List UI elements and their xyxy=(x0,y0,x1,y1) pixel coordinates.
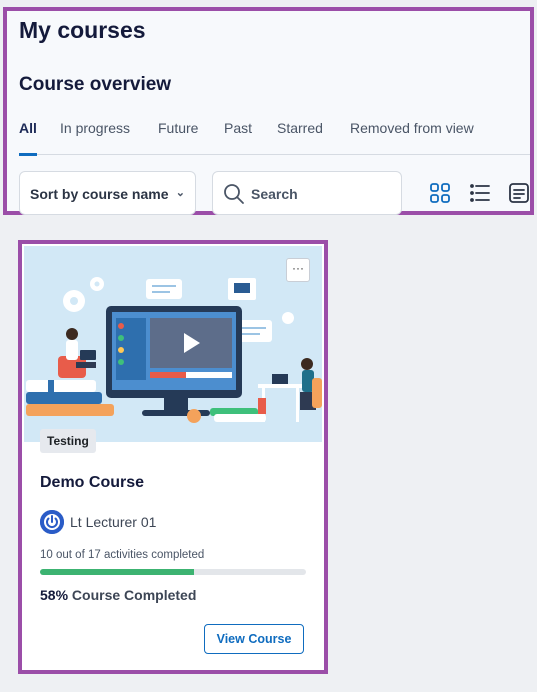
tab-removed-from-view[interactable]: Removed from view xyxy=(350,119,474,155)
summary-view-icon[interactable] xyxy=(507,181,531,205)
search-field[interactable] xyxy=(212,171,402,215)
course-menu-button[interactable]: ··· xyxy=(286,258,310,282)
lecturer-name: Lt Lecturer 01 xyxy=(70,514,157,530)
tab-in-progress[interactable]: In progress xyxy=(60,119,130,155)
page-title: My courses xyxy=(19,17,146,43)
search-input[interactable] xyxy=(251,184,391,204)
tab-all[interactable]: All xyxy=(19,119,37,156)
sort-label: Sort by course name xyxy=(30,186,169,202)
section-title: Course overview xyxy=(19,74,172,95)
completion-percent: 58% xyxy=(40,587,69,603)
tab-starred[interactable]: Starred xyxy=(277,119,323,155)
completion-status: 58% Course Completed xyxy=(40,587,196,603)
power-icon xyxy=(40,510,64,534)
card-view-icon[interactable] xyxy=(428,181,452,205)
activities-completed-text: 10 out of 17 activities completed xyxy=(40,549,205,561)
chevron-down-icon: ⌄ xyxy=(175,187,185,199)
course-overview-panel: My courses Course overview All In progre… xyxy=(3,7,534,215)
tab-future[interactable]: Future xyxy=(158,119,198,155)
course-filter-tabs: All In progress Future Past Starred Remo… xyxy=(19,119,530,156)
search-icon xyxy=(223,183,245,210)
progress-fill xyxy=(40,569,195,575)
sort-dropdown[interactable]: Sort by course name ⌄ xyxy=(19,171,196,215)
view-course-button[interactable]: View Course xyxy=(204,624,304,654)
list-view-icon[interactable] xyxy=(468,181,492,205)
progress-bar xyxy=(40,569,306,575)
course-image: ··· xyxy=(24,246,322,442)
tab-past[interactable]: Past xyxy=(224,119,252,155)
course-category-badge: Testing xyxy=(40,429,96,453)
course-name-link[interactable]: Demo Course xyxy=(40,474,144,492)
completion-label: Course Completed xyxy=(68,587,197,603)
course-card[interactable]: ··· Testing Demo Course Lt Lecturer 01 1… xyxy=(18,240,328,674)
